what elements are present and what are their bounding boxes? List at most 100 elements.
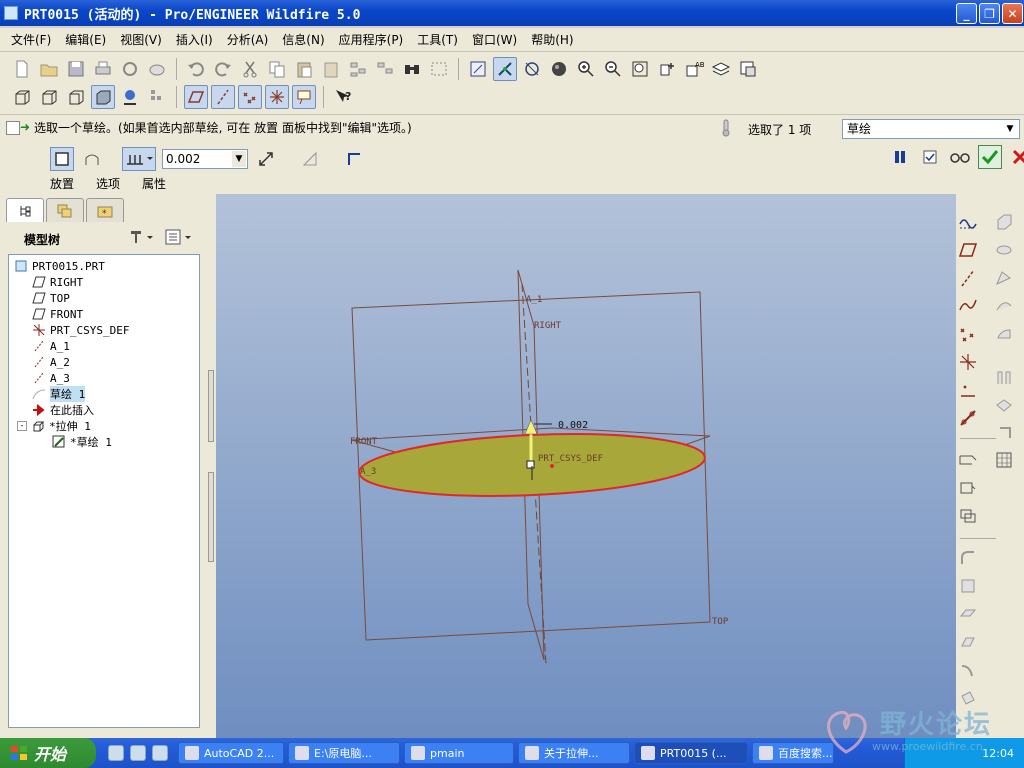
hidden-line-icon[interactable] — [37, 85, 61, 109]
depth-arrow-icon[interactable] — [524, 419, 538, 435]
saved-views-icon[interactable]: AB — [682, 57, 706, 81]
copy-icon[interactable] — [265, 57, 289, 81]
flip-direction-icon[interactable] — [254, 147, 278, 171]
tab-placement[interactable]: 放置 — [50, 175, 74, 192]
paste-icon[interactable] — [292, 57, 316, 81]
view-manager-icon[interactable] — [736, 57, 760, 81]
task-about-extrude[interactable]: 关于拉伸... — [518, 742, 630, 764]
selection-box-icon[interactable] — [427, 57, 451, 81]
ie-icon[interactable] — [108, 745, 124, 761]
extrude-surface-button[interactable] — [80, 147, 104, 171]
panel-sash[interactable] — [208, 472, 214, 562]
close-button[interactable]: ✕ — [1002, 3, 1023, 24]
tree-item-sketch1[interactable]: 草绘 1 — [31, 386, 86, 402]
tree-item-a1[interactable]: A_1 — [31, 338, 70, 354]
preview-glasses-icon[interactable] — [948, 145, 972, 169]
pattern-tool-icon[interactable] — [956, 602, 980, 626]
round-tool-icon[interactable] — [956, 546, 980, 570]
tree-item-right[interactable]: RIGHT — [31, 274, 83, 290]
csys-tool-icon[interactable] — [956, 350, 980, 374]
regenerate-icon[interactable] — [346, 57, 370, 81]
minimize-button[interactable]: _ — [956, 3, 977, 24]
tree-item-part[interactable]: PRT0015.PRT — [13, 258, 105, 274]
selection-filter[interactable]: 草绘 ▼ — [842, 119, 1020, 139]
depth-dimension-label[interactable]: 0.002 — [558, 420, 588, 431]
csys-display-icon[interactable] — [265, 85, 289, 109]
axis-tool-icon[interactable] — [956, 266, 980, 290]
tree-item-a2[interactable]: A_2 — [31, 354, 70, 370]
layers-icon[interactable] — [709, 57, 733, 81]
task-explorer[interactable]: E:\原电脑... — [288, 742, 400, 764]
blend-tool-icon[interactable] — [992, 294, 1016, 318]
undo-icon[interactable] — [184, 57, 208, 81]
menu-analysis[interactable]: 分析(A) — [220, 31, 276, 48]
collapse-toggle-icon[interactable]: - — [17, 421, 27, 431]
plane-tool-icon[interactable] — [956, 238, 980, 262]
accept-button[interactable] — [978, 145, 1002, 169]
cancel-button[interactable] — [1008, 145, 1024, 169]
shell-tool-icon[interactable] — [992, 394, 1016, 418]
tree-filters-icon[interactable] — [164, 228, 194, 246]
save-icon[interactable] — [64, 57, 88, 81]
chamfer-tool-icon[interactable] — [956, 574, 980, 598]
spin-center-icon[interactable] — [493, 57, 517, 81]
orientation-icon[interactable] — [520, 57, 544, 81]
pause-icon[interactable] — [888, 145, 912, 169]
desktop-icon[interactable] — [152, 745, 168, 761]
extrude-solid-button[interactable] — [50, 147, 74, 171]
verify-checkbox-icon[interactable] — [918, 145, 942, 169]
datum-point-display-icon[interactable] — [238, 85, 262, 109]
sweep-tool-icon[interactable] — [992, 266, 1016, 290]
display-style-icon[interactable] — [145, 85, 169, 109]
shading-icon[interactable] — [547, 57, 571, 81]
whats-this-icon[interactable]: ? — [331, 85, 355, 109]
thicken-sketch-icon[interactable] — [342, 147, 366, 171]
menu-info[interactable]: 信息(N) — [275, 31, 331, 48]
chevron-down-icon[interactable]: ▼ — [232, 151, 246, 167]
menu-file[interactable]: 文件(F) — [4, 31, 58, 48]
shading-mode-icon[interactable] — [91, 85, 115, 109]
find-icon[interactable] — [400, 57, 424, 81]
panel-sash[interactable] — [208, 370, 214, 442]
tree-item-front[interactable]: FRONT — [31, 306, 83, 322]
tree-settings-icon[interactable] — [128, 228, 154, 246]
tree-item-a3[interactable]: A_3 — [31, 370, 70, 386]
zoom-in-icon[interactable] — [574, 57, 598, 81]
cut-icon[interactable] — [238, 57, 262, 81]
tab-model-tree[interactable] — [6, 198, 44, 222]
task-pmain[interactable]: pmain — [404, 742, 514, 764]
tree-item-insert-here[interactable]: 在此插入 — [31, 402, 94, 418]
redo-icon[interactable] — [211, 57, 235, 81]
tree-item-sketch1-child[interactable]: *草绘 1 — [51, 434, 112, 450]
boundary-blend-icon[interactable] — [992, 448, 1016, 472]
explorer-icon[interactable] — [130, 745, 146, 761]
send-icon[interactable] — [118, 57, 142, 81]
menu-view[interactable]: 视图(V) — [113, 31, 169, 48]
remove-material-icon[interactable] — [298, 147, 322, 171]
graphics-window[interactable]: A_1 RIGHT FRONT A_3 TOP PRT_CSYS_DEF 0.0… — [216, 194, 956, 738]
tab-properties[interactable]: 属性 — [142, 175, 166, 192]
curve-tool-icon[interactable] — [956, 294, 980, 318]
datum-plane-display-icon[interactable] — [184, 85, 208, 109]
regen-manager-icon[interactable] — [373, 57, 397, 81]
sketch-tool-icon[interactable] — [956, 210, 980, 234]
style-tool-icon[interactable] — [992, 322, 1016, 346]
analysis-tool-icon[interactable] — [956, 378, 980, 402]
rib-tool-icon[interactable] — [992, 366, 1016, 390]
task-autocad[interactable]: AutoCAD 2... — [178, 742, 284, 764]
tree-item-csys[interactable]: PRT_CSYS_DEF — [31, 322, 129, 338]
repaint-icon[interactable] — [466, 57, 490, 81]
datum-axis-display-icon[interactable] — [211, 85, 235, 109]
enhanced-realism-icon[interactable] — [118, 85, 142, 109]
restore-button[interactable]: ❐ — [979, 3, 1000, 24]
paste-special-icon[interactable] — [319, 57, 343, 81]
menu-applications[interactable]: 应用程序(P) — [332, 31, 411, 48]
new-icon[interactable] — [10, 57, 34, 81]
menu-edit[interactable]: 编辑(E) — [58, 31, 113, 48]
depth-option-button[interactable] — [122, 147, 156, 171]
menu-tools[interactable]: 工具(T) — [410, 31, 465, 48]
menu-window[interactable]: 窗口(W) — [465, 31, 524, 48]
wireframe-icon[interactable] — [10, 85, 34, 109]
merge-tool-icon[interactable] — [956, 658, 980, 682]
zoom-out-icon[interactable] — [601, 57, 625, 81]
